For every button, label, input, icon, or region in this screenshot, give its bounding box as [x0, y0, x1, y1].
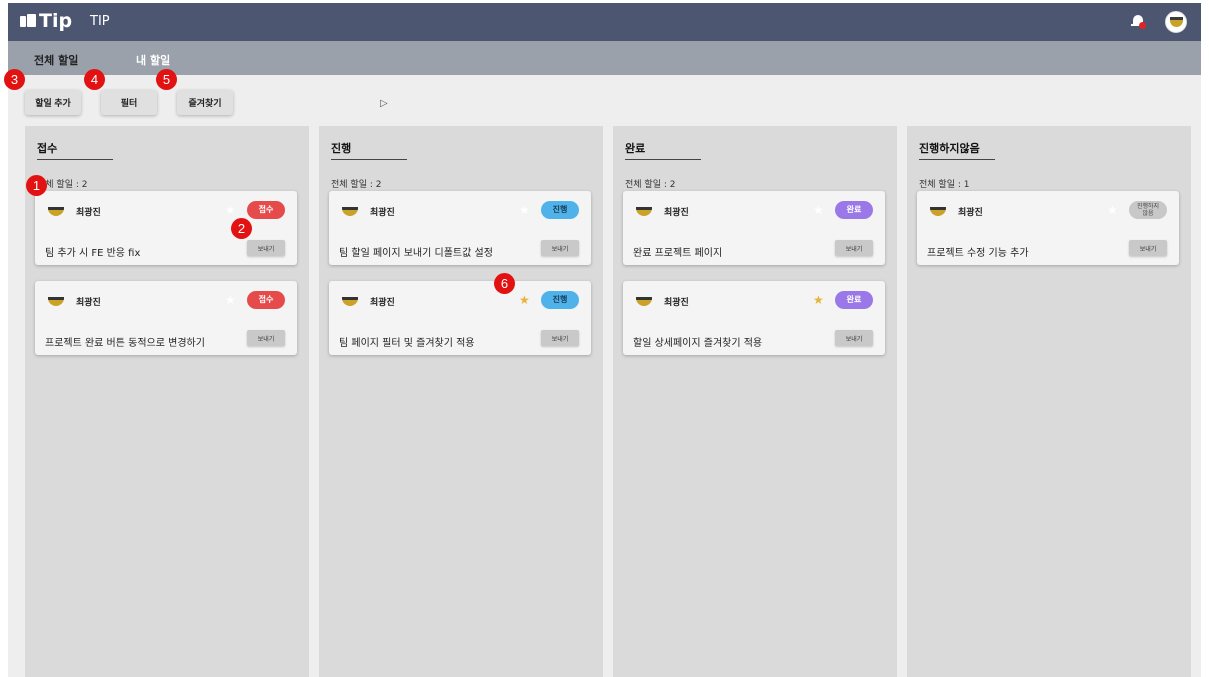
card-task-title: 완료 프로젝트 페이지 — [633, 248, 723, 259]
status-badge[interactable]: 접수 — [247, 291, 285, 309]
column-count: 전체 할일 : 1 — [919, 180, 970, 190]
column-title: 접수 — [37, 142, 58, 155]
notification-dot — [1139, 22, 1146, 29]
tab-my-tasks[interactable]: 내 할일 — [136, 52, 170, 68]
star-icon[interactable]: ★ — [1107, 204, 1118, 216]
card-task-title: 프로젝트 수정 기능 추가 — [927, 248, 1029, 259]
star-icon[interactable]: ★ — [225, 294, 236, 306]
send-button[interactable]: 보내기 — [1129, 240, 1167, 256]
annotation-marker: 6 — [494, 273, 515, 294]
column-divider — [37, 159, 113, 160]
bell-icon[interactable] — [1131, 14, 1147, 30]
status-badge[interactable]: 완료 — [835, 201, 873, 219]
card-user-name: 최광진 — [664, 298, 689, 308]
annotation-marker: 4 — [84, 69, 105, 90]
card-task-title: 팀 할일 페이지 보내기 디폴트값 설정 — [339, 248, 493, 259]
card-task-title: 프로젝트 완료 버튼 동적으로 변경하기 — [45, 338, 205, 349]
avatar — [634, 292, 654, 310]
favorites-button[interactable]: 즐겨찾기 — [177, 90, 233, 115]
filter-button[interactable]: 필터 — [101, 90, 157, 115]
card-user-name: 최광진 — [370, 208, 395, 218]
annotation-marker: 5 — [156, 69, 177, 90]
card-user-name: 최광진 — [958, 208, 983, 218]
column-count: 전체 할일 : 2 — [331, 180, 382, 190]
column-0: 접수 전체 할일 : 2 최광진 ★ 접수 팀 추가 시 FE 반응 fix 보내기 최광진 ★… — [25, 126, 309, 677]
annotation-marker: 3 — [4, 69, 25, 90]
task-card[interactable]: 최광진 ★ 진행팀 페이지 필터 및 즐겨찾기 적용 보내기 — [329, 281, 591, 355]
avatar — [634, 202, 654, 220]
annotation-marker: 2 — [231, 218, 252, 239]
top-bar: Tip TIP — [8, 3, 1201, 41]
logo-text: Tip — [39, 10, 73, 32]
star-icon[interactable]: ★ — [519, 204, 530, 216]
column-title: 진행하지않음 — [919, 142, 980, 155]
user-avatar[interactable] — [1165, 11, 1187, 33]
card-user-name: 최광진 — [370, 298, 395, 308]
status-badge[interactable]: 진행 — [541, 201, 579, 219]
column-title: 완료 — [625, 142, 646, 155]
column-count: 전체 할일 : 2 — [625, 180, 676, 190]
task-card[interactable]: 최광진 ★ 진행하지 않음프로젝트 수정 기능 추가 보내기 — [917, 191, 1179, 265]
avatar — [46, 292, 66, 310]
avatar — [340, 292, 360, 310]
send-button[interactable]: 보내기 — [541, 240, 579, 256]
status-badge[interactable]: 접수 — [247, 201, 285, 219]
card-task-title: 팀 추가 시 FE 반응 fix — [45, 248, 141, 259]
card-user-name: 최광진 — [76, 208, 101, 218]
card-task-title: 할일 상세페이지 즐겨찾기 적용 — [633, 338, 763, 349]
star-icon[interactable]: ★ — [813, 204, 824, 216]
send-button[interactable]: 보내기 — [541, 330, 579, 346]
status-badge[interactable]: 진행 — [541, 291, 579, 309]
mouse-cursor-icon: ▷ — [380, 98, 388, 109]
tab-all-tasks[interactable]: 전체 할일 — [34, 52, 78, 68]
send-button[interactable]: 보내기 — [835, 330, 873, 346]
card-task-title: 팀 페이지 필터 및 즐겨찾기 적용 — [339, 338, 475, 349]
sub-navigation: 전체 할일 내 할일 — [8, 41, 1201, 75]
column-2: 완료 전체 할일 : 2 최광진 ★ 완료 완료 프로젝트 페이지 보내기 최광진 ★ 완료 할일 … — [613, 126, 897, 677]
status-badge[interactable]: 진행하지 않음 — [1129, 201, 1167, 219]
send-button[interactable]: 보내기 — [247, 330, 285, 346]
column-1: 진행 전체 할일 : 2 최광진 ★ 진행 팀 할일 페이지 보내기 디폴트값 설정 보내기… — [319, 126, 603, 677]
avatar — [340, 202, 360, 220]
star-icon[interactable]: ★ — [519, 294, 530, 306]
avatar — [46, 202, 66, 220]
task-card[interactable]: 최광진 ★ 완료할일 상세페이지 즐겨찾기 적용 보내기 — [623, 281, 885, 355]
task-card[interactable]: 최광진 ★ 완료완료 프로젝트 페이지 보내기 — [623, 191, 885, 265]
status-badge[interactable]: 완료 — [835, 291, 873, 309]
column-title: 진행 — [331, 142, 352, 155]
column-divider — [331, 159, 407, 160]
app-title: TIP — [90, 14, 110, 29]
task-card[interactable]: 최광진 ★ 진행팀 할일 페이지 보내기 디폴트값 설정 보내기 — [329, 191, 591, 265]
task-card[interactable]: 최광진 ★ 접수프로젝트 완료 버튼 동적으로 변경하기 보내기 — [35, 281, 297, 355]
avatar — [928, 202, 948, 220]
task-card[interactable]: 최광진 ★ 접수팀 추가 시 FE 반응 fix 보내기 — [35, 191, 297, 265]
send-button[interactable]: 보내기 — [835, 240, 873, 256]
star-icon[interactable]: ★ — [813, 294, 824, 306]
app-logo[interactable]: Tip — [20, 10, 72, 32]
card-user-name: 최광진 — [664, 208, 689, 218]
column-3: 진행하지않음 전체 할일 : 1 최광진 ★ 진행하지 않음 프로젝트 수정 기능 추가 보내… — [907, 126, 1191, 677]
star-icon[interactable]: ★ — [225, 204, 236, 216]
send-button[interactable]: 보내기 — [247, 240, 285, 256]
annotation-marker: 1 — [26, 175, 47, 196]
notebook-icon — [20, 14, 36, 28]
add-task-button[interactable]: 할일 추가 — [25, 90, 81, 115]
column-divider — [625, 159, 701, 160]
column-divider — [919, 159, 995, 160]
card-user-name: 최광진 — [76, 298, 101, 308]
